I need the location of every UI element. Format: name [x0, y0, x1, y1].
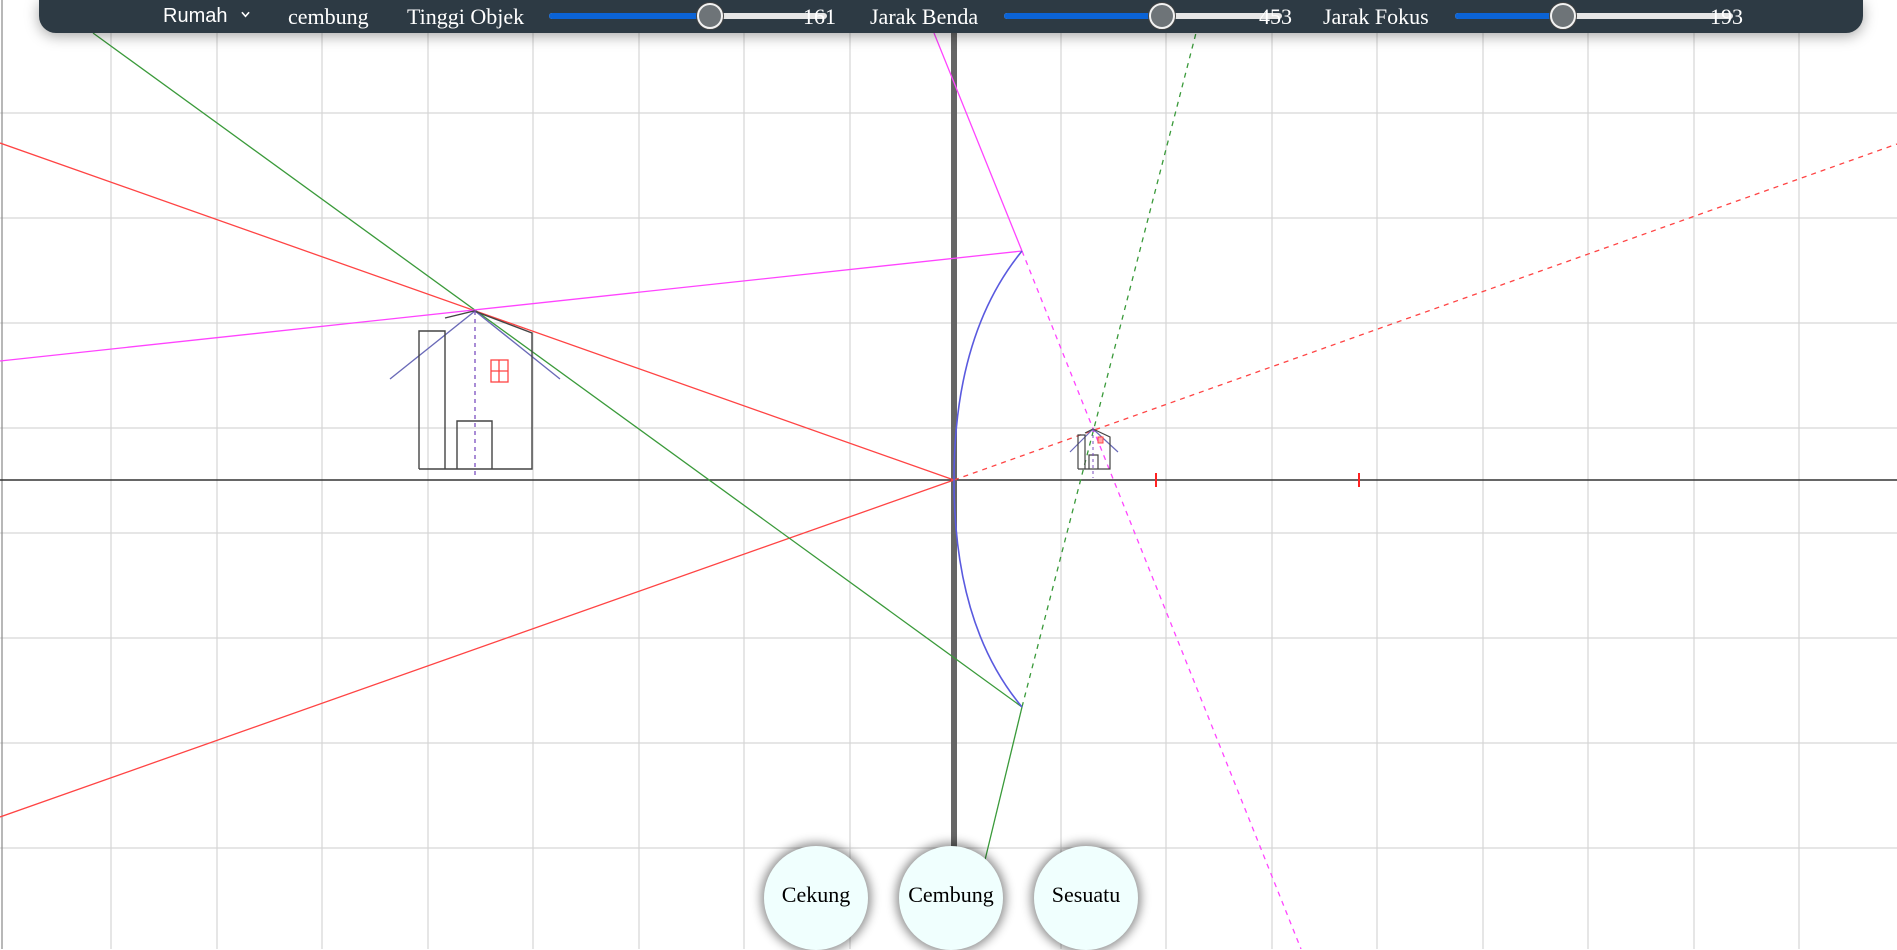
background-grid: [0, 0, 1897, 949]
ray-magenta: [0, 32, 1302, 949]
concave-mirror-button[interactable]: Cekung: [764, 846, 868, 950]
object-type-select[interactable]: Rumah: [163, 0, 250, 33]
other-mode-button[interactable]: Sesuatu: [1034, 846, 1138, 950]
focal-length-value: 193: [1710, 4, 1743, 29]
focal-length-slider-thumb[interactable]: [1550, 3, 1577, 29]
optics-canvas[interactable]: [0, 0, 1897, 949]
mirror-type-label: cembung: [288, 4, 369, 29]
object-distance-label: Jarak Benda: [870, 4, 979, 29]
object-type-label: Rumah: [163, 5, 228, 27]
object-house[interactable]: [389, 310, 561, 478]
chevron-down-icon: [241, 11, 250, 18]
focal-length-slider-fill: [1455, 13, 1564, 19]
object-height-slider-fill: [549, 13, 711, 19]
object-height-slider[interactable]: [549, 3, 827, 29]
object-height-label: Tinggi Objek: [407, 4, 525, 29]
object-height-value: 161: [803, 4, 836, 29]
object-distance-slider[interactable]: [1004, 3, 1282, 29]
ray-green: [92, 32, 1197, 861]
object-height-slider-thumb[interactable]: [697, 3, 724, 29]
object-distance-value: 453: [1259, 4, 1292, 29]
control-toolbar: Rumah cembung Tinggi Objek 161 Jarak Ben…: [39, 0, 1863, 33]
focal-length-label: Jarak Fokus: [1323, 4, 1429, 29]
object-distance-slider-thumb[interactable]: [1149, 3, 1176, 29]
focal-length-slider[interactable]: [1455, 3, 1733, 29]
convex-mirror-button[interactable]: Cembung: [899, 846, 1003, 950]
object-distance-slider-fill: [1004, 13, 1163, 19]
